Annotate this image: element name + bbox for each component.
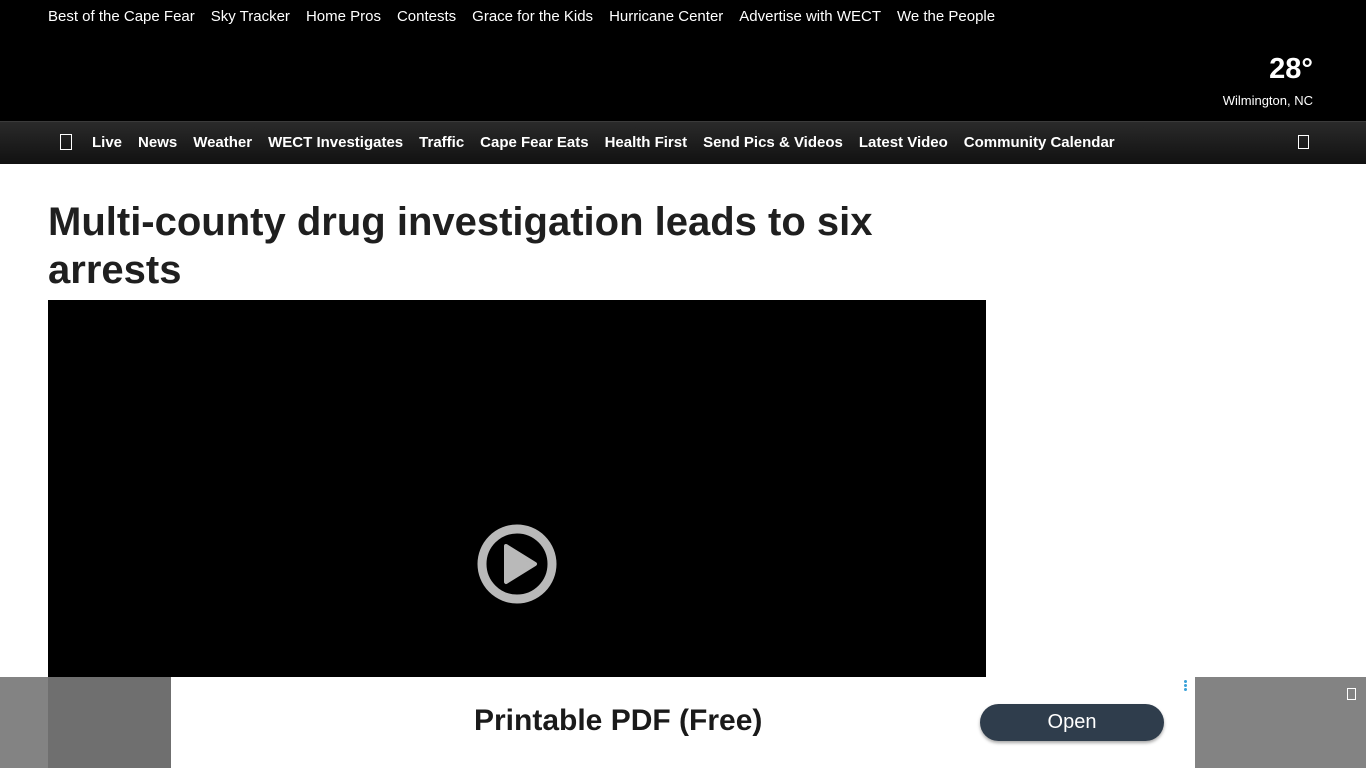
- nav-links: Live News Weather WECT Investigates Traf…: [92, 133, 1131, 153]
- nav-item-news[interactable]: News: [138, 133, 177, 153]
- search-icon[interactable]: [1298, 135, 1309, 149]
- top-link-hurricane-center[interactable]: Hurricane Center: [609, 7, 723, 27]
- nav-item-wect-investigates[interactable]: WECT Investigates: [268, 133, 403, 153]
- top-link-sky-tracker[interactable]: Sky Tracker: [211, 7, 290, 27]
- top-link-best-of-cape-fear[interactable]: Best of the Cape Fear: [48, 7, 195, 27]
- weather-location: Wilmington, NC: [1222, 93, 1313, 108]
- nav-item-traffic[interactable]: Traffic: [419, 133, 464, 153]
- top-link-advertise[interactable]: Advertise with WECT: [739, 7, 881, 27]
- nav-item-community-calendar[interactable]: Community Calendar: [964, 133, 1115, 153]
- nav-item-send-pics-videos[interactable]: Send Pics & Videos: [703, 133, 843, 153]
- top-link-contests[interactable]: Contests: [397, 7, 456, 27]
- top-link-grace-for-kids[interactable]: Grace for the Kids: [472, 7, 593, 27]
- play-icon[interactable]: [477, 524, 557, 604]
- page-title: Multi-county drug investigation leads to…: [48, 200, 873, 292]
- ad-open-button[interactable]: Open: [980, 704, 1164, 741]
- main-nav: Live News Weather WECT Investigates Traf…: [0, 121, 1366, 164]
- nav-item-latest-video[interactable]: Latest Video: [859, 133, 948, 153]
- ad-banner[interactable]: Printable PDF (Free) Open: [171, 677, 1195, 768]
- top-header: Best of the Cape Fear Sky Tracker Home P…: [0, 0, 1366, 121]
- close-icon[interactable]: [1347, 688, 1356, 700]
- top-link-we-the-people[interactable]: We the People: [897, 7, 995, 27]
- nav-item-live[interactable]: Live: [92, 133, 122, 153]
- nav-item-weather[interactable]: Weather: [193, 133, 252, 153]
- top-links: Best of the Cape Fear Sky Tracker Home P…: [48, 7, 1011, 27]
- ad-choices-icon[interactable]: [1184, 680, 1187, 692]
- weather-widget[interactable]: 28° Wilmington, NC: [1223, 52, 1313, 109]
- nav-item-health-first[interactable]: Health First: [605, 133, 688, 153]
- nav-item-cape-fear-eats[interactable]: Cape Fear Eats: [480, 133, 588, 153]
- top-link-home-pros[interactable]: Home Pros: [306, 7, 381, 27]
- weather-temperature: 28°: [1269, 53, 1313, 85]
- ad-title: Printable PDF (Free): [474, 704, 763, 737]
- menu-icon[interactable]: [60, 134, 72, 150]
